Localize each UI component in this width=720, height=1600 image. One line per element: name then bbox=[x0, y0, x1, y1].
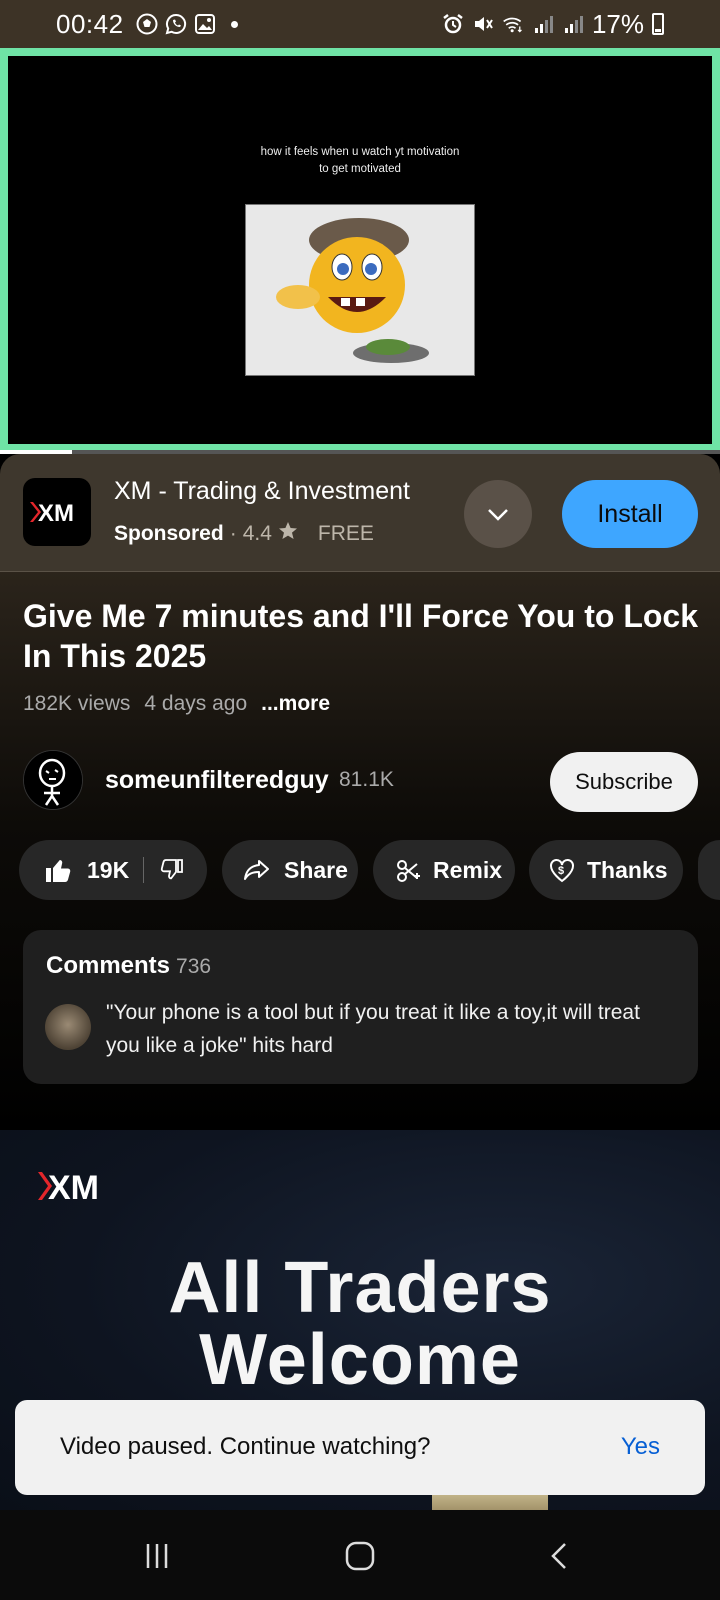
whatsapp-icon bbox=[165, 13, 187, 35]
upload-age: 4 days ago bbox=[144, 692, 248, 715]
chevron-down-icon bbox=[488, 509, 508, 521]
recent-apps-button[interactable] bbox=[133, 1532, 181, 1580]
home-icon bbox=[345, 1541, 375, 1571]
home-button[interactable] bbox=[336, 1532, 384, 1580]
remix-button[interactable]: Remix bbox=[373, 840, 515, 900]
channel-avatar[interactable] bbox=[23, 750, 83, 810]
heart-dollar-icon: $ bbox=[547, 855, 577, 885]
sponsored-ad-panel[interactable]: XM XM - Trading & Investment Sponsored ·… bbox=[0, 454, 720, 572]
clock: 00:42 bbox=[56, 8, 124, 39]
view-count: 182K views bbox=[23, 692, 131, 715]
comments-header: Comments 736 bbox=[46, 952, 211, 980]
recents-icon bbox=[146, 1544, 168, 1568]
star-icon bbox=[278, 521, 298, 547]
remix-icon bbox=[393, 855, 423, 885]
battery-icon bbox=[652, 13, 664, 35]
thanks-label: Thanks bbox=[587, 856, 668, 883]
separator-dot: · bbox=[229, 522, 237, 545]
xm-banner-logo: XM bbox=[38, 1168, 120, 1209]
remix-label: Remix bbox=[433, 856, 503, 883]
continue-watching-yes-button[interactable]: Yes bbox=[621, 1433, 660, 1461]
subscribe-button[interactable]: Subscribe bbox=[550, 752, 698, 812]
mute-icon bbox=[472, 13, 494, 35]
ad-subline: Sponsored · 4.4 FREE bbox=[114, 521, 374, 547]
channel-row: someunfilteredguy 81.1K Subscribe bbox=[23, 750, 698, 814]
banner-headline: All Traders Welcome bbox=[168, 1248, 552, 1400]
top-comment-text: "Your phone is a tool but if you treat i… bbox=[106, 1001, 640, 1057]
ad-rating: 4.4 bbox=[242, 522, 272, 545]
video-caption: how it feels when u watch yt motivation … bbox=[260, 146, 460, 175]
ad-price: FREE bbox=[317, 522, 374, 545]
video-title[interactable]: Give Me 7 minutes and I'll Force You to … bbox=[23, 596, 703, 676]
alarm-icon bbox=[442, 13, 464, 35]
system-nav-bar bbox=[0, 1510, 720, 1600]
battery-percent: 17% bbox=[591, 8, 644, 39]
thumbs-down-icon[interactable] bbox=[158, 855, 188, 885]
signal-icon bbox=[562, 13, 584, 35]
comments-section[interactable]: Comments 736 "Your phone is a tool but if… bbox=[23, 930, 698, 1084]
thanks-button[interactable]: $ Thanks bbox=[529, 840, 683, 900]
like-dislike-pill: 19K bbox=[19, 840, 207, 900]
comment-count: 736 bbox=[176, 955, 212, 978]
install-button[interactable]: Install bbox=[562, 480, 698, 548]
comments-title: Comments bbox=[46, 952, 171, 979]
soccer-icon bbox=[136, 13, 158, 35]
signal-icon bbox=[532, 13, 554, 35]
video-paused-snackbar: Video paused. Continue watching? Yes bbox=[15, 1400, 705, 1495]
share-label: Share bbox=[284, 856, 348, 883]
svg-text:$: $ bbox=[558, 865, 564, 877]
commenter-avatar bbox=[45, 1004, 91, 1050]
sponsored-label: Sponsored bbox=[114, 522, 224, 545]
video-meta[interactable]: 182K views 4 days ago ...more bbox=[23, 692, 330, 716]
video-player[interactable]: how it feels when u watch yt motivation … bbox=[0, 48, 720, 452]
share-button[interactable]: Share bbox=[222, 840, 358, 900]
svg-text:XM: XM bbox=[38, 500, 74, 525]
xm-app-logo: XM bbox=[23, 478, 91, 546]
notification-dot-icon bbox=[230, 20, 238, 28]
more-link[interactable]: ...more bbox=[261, 692, 330, 716]
snackbar-message: Video paused. Continue watching? bbox=[60, 1433, 431, 1460]
back-button[interactable] bbox=[536, 1532, 584, 1580]
svg-text:XM: XM bbox=[48, 1169, 99, 1204]
share-icon bbox=[242, 855, 272, 885]
like-divider bbox=[143, 857, 145, 883]
gallery-icon bbox=[194, 13, 216, 35]
status-bar: 00:42 17% bbox=[0, 0, 720, 48]
video-meme-image bbox=[245, 204, 475, 376]
back-chevron-icon bbox=[551, 1543, 566, 1569]
more-actions-button[interactable] bbox=[698, 840, 720, 900]
like-count[interactable]: 19K bbox=[87, 857, 129, 884]
channel-name[interactable]: someunfilteredguy bbox=[105, 766, 329, 795]
expand-ad-button[interactable] bbox=[464, 480, 532, 548]
subscriber-count: 81.1K bbox=[339, 768, 394, 791]
wifi-icon bbox=[502, 13, 524, 35]
thumbs-up-icon[interactable] bbox=[43, 855, 73, 885]
ad-app-name: XM - Trading & Investment bbox=[114, 477, 410, 505]
